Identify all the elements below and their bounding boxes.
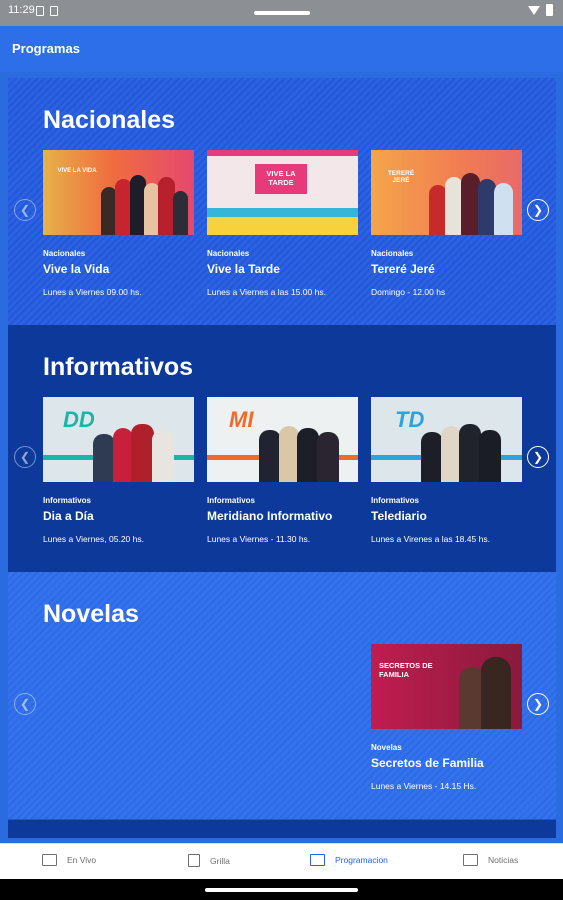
chevron-left-icon: ❮ xyxy=(19,450,31,464)
program-category: Informativos xyxy=(207,496,256,505)
wifi-icon xyxy=(528,5,540,15)
status-bar: 11:29 xyxy=(0,0,563,26)
nav-label: Grilla xyxy=(210,855,230,866)
chevron-right-icon: ❯ xyxy=(532,203,544,217)
nav-item-en-vivo[interactable]: En Vivo xyxy=(42,854,96,866)
carousel-prev-button[interactable]: ❮ xyxy=(14,199,36,221)
status-time: 11:29 xyxy=(8,4,35,16)
program-thumbnail: TERERÉ JERÉ xyxy=(371,150,522,235)
program-category: Nacionales xyxy=(43,249,86,258)
notification-icon xyxy=(50,6,58,16)
thumbnail-logo: TD xyxy=(395,407,425,432)
programs-content[interactable]: Nacionales ❮ VIVE LA VIDA Nacionales Viv… xyxy=(8,78,556,838)
section-nacionales: Nacionales ❮ VIVE LA VIDA Nacionales Viv… xyxy=(8,78,556,325)
nav-label: Noticias xyxy=(488,855,519,865)
carousel-next-button[interactable]: ❯ xyxy=(527,199,549,221)
nav-label: Programacion xyxy=(335,855,388,865)
section-title: Novelas xyxy=(43,600,139,628)
app-bar: Programas xyxy=(0,26,563,72)
program-thumbnail: MI xyxy=(207,397,358,482)
program-thumbnail: TD xyxy=(371,397,522,482)
schedule-list-icon xyxy=(310,854,325,866)
calendar-icon xyxy=(188,854,200,867)
program-name: Telediario xyxy=(371,509,427,523)
tv-icon xyxy=(42,854,57,866)
nav-item-grilla[interactable]: Grilla xyxy=(188,854,230,867)
program-name: Secretos de Familia xyxy=(371,756,484,770)
nav-item-programacion[interactable]: Programacion xyxy=(310,854,388,866)
section-novelas: Novelas ❮ SECRETOS DE FAMILIA Novelas Se… xyxy=(8,572,556,819)
section-title: Nacionales xyxy=(43,106,176,134)
chevron-right-icon: ❯ xyxy=(532,450,544,464)
carousel-prev-button[interactable]: ❮ xyxy=(14,446,36,468)
carousel-next-button[interactable]: ❯ xyxy=(527,446,549,468)
program-schedule: Domingo - 12.00 hs xyxy=(371,287,446,297)
program-card[interactable]: SECRETOS DE FAMILIA Novelas Secretos de … xyxy=(371,644,522,791)
chevron-left-icon: ❮ xyxy=(19,697,31,711)
thumbnail-logo: MI xyxy=(229,407,254,432)
program-card[interactable]: VIVE LA VIDA Nacionales Vive la Vida Lun… xyxy=(43,150,194,297)
program-thumbnail: SECRETOS DE FAMILIA xyxy=(371,644,522,729)
program-name: Vive la Vida xyxy=(43,262,110,276)
chevron-left-icon: ❮ xyxy=(19,203,31,217)
bottom-navigation: En Vivo Grilla Programacion Noticias xyxy=(0,843,563,879)
section-informativos: Informativos ❮ DD Informativos Dia a Día… xyxy=(8,325,556,572)
next-section-band xyxy=(8,820,556,838)
program-category: Informativos xyxy=(371,496,420,505)
program-category: Nacionales xyxy=(371,249,414,258)
program-thumbnail: DD xyxy=(43,397,194,482)
program-card[interactable]: DD Informativos Dia a Día Lunes a Vierne… xyxy=(43,397,194,544)
program-category: Informativos xyxy=(43,496,92,505)
news-icon xyxy=(463,854,478,866)
carousel-prev-button[interactable]: ❮ xyxy=(14,693,36,715)
thumbnail-logo: VIVE LA VIDA xyxy=(57,168,97,174)
section-title: Informativos xyxy=(43,353,194,381)
program-card[interactable]: MI Informativos Meridiano Informativo Lu… xyxy=(207,397,358,544)
thumbnail-logo: TERERÉ JERÉ xyxy=(387,170,415,185)
program-card[interactable]: TD Informativos Telediario Lunes a Viren… xyxy=(371,397,522,544)
home-gesture-handle[interactable] xyxy=(205,888,358,892)
battery-icon xyxy=(546,4,553,16)
program-schedule: Lunes a Viernes 09.00 hs. xyxy=(43,287,142,297)
program-category: Novelas xyxy=(371,743,402,752)
carousel-next-button[interactable]: ❯ xyxy=(527,693,549,715)
chevron-right-icon: ❯ xyxy=(532,697,544,711)
nav-label: En Vivo xyxy=(67,855,97,865)
program-thumbnail: VIVE LA VIDA xyxy=(43,150,194,235)
program-card[interactable]: TERERÉ JERÉ Nacionales Tereré Jeré Domin… xyxy=(371,150,522,297)
status-handle xyxy=(254,11,310,15)
nav-item-noticias[interactable]: Noticias xyxy=(463,854,518,866)
system-navigation-bar xyxy=(0,879,563,900)
program-card[interactable]: VIVE LA TARDE Nacionales Vive la Tarde L… xyxy=(207,150,358,297)
program-schedule: Lunes a Viernes, 05.20 hs. xyxy=(43,534,144,544)
program-schedule: Lunes a Viernes - 14.15 Hs. xyxy=(371,781,477,791)
program-schedule: Lunes a Viernes - 11.30 hs. xyxy=(207,534,311,544)
program-schedule: Lunes a Virenes a las 18.45 hs. xyxy=(371,534,490,544)
program-thumbnail: VIVE LA TARDE xyxy=(207,150,358,235)
thumbnail-logo: SECRETOS DE FAMILIA xyxy=(379,661,433,679)
program-name: Vive la Tarde xyxy=(207,262,280,276)
program-schedule: Lunes a Viernes a las 15.00 hs. xyxy=(207,287,326,297)
thumbnail-logo: DD xyxy=(63,407,95,432)
page-title: Programas xyxy=(12,41,80,56)
sd-card-icon xyxy=(36,6,44,16)
program-name: Meridiano Informativo xyxy=(207,509,333,523)
program-category: Nacionales xyxy=(207,249,250,258)
program-name: Dia a Día xyxy=(43,509,94,523)
program-name: Tereré Jeré xyxy=(371,262,435,276)
thumbnail-logo: VIVE LA TARDE xyxy=(255,164,307,194)
